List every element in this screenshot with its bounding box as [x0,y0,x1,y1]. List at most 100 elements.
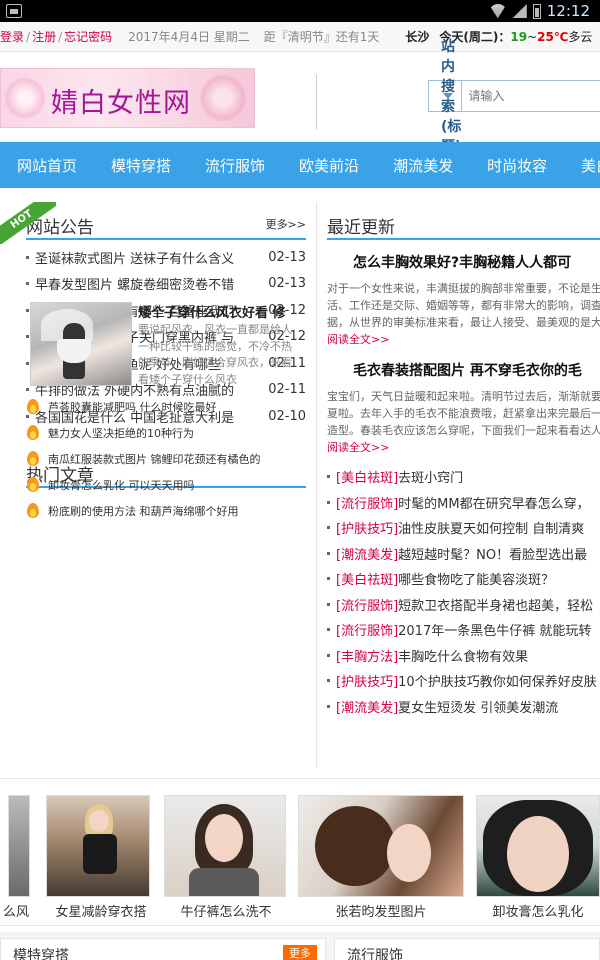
more-button[interactable]: 更多 [283,945,317,960]
nav-makeup[interactable]: 时尚妆容 [470,155,564,176]
list-item[interactable]: [流行服饰] 时髦的MM都在研究早春怎么穿， [327,490,600,516]
category-tag[interactable]: [潮流美发] [336,544,398,563]
logo-decoration [5,75,45,121]
carousel-caption[interactable]: 卸妆膏怎么乳化 [476,901,600,920]
latest-item-title[interactable]: 短款卫衣搭配半身裙也超美，轻松 [398,595,593,614]
latest-item-title[interactable]: 夏女生短烫发 引领美发潮流 [398,697,558,716]
nav-whitening[interactable]: 美白祛斑 [564,155,600,176]
wifi-icon [489,4,507,18]
bullet [327,704,330,708]
latest-item-title[interactable]: 10个护肤技巧教你如何保养好皮肤 [398,671,597,690]
carousel-image[interactable] [8,795,30,897]
jacket-shape [189,868,259,896]
carousel-image[interactable] [476,795,600,897]
latest-item-title[interactable]: 去斑小窍门 [398,467,463,486]
temp-low: 19 [510,29,528,44]
hot-ribbon: HOT [0,202,56,244]
latest-article: 毛衣春装搭配图片 再不穿毛衣你的毛 宝宝们，天气日益暖和起来啦。清明节过去后，渐… [327,360,600,456]
nav-model-outfits[interactable]: 模特穿搭 [94,155,188,176]
search-input[interactable] [462,81,600,111]
nav-home[interactable]: 网站首页 [0,155,94,176]
forgot-password-link[interactable]: 忘记密码 [64,28,112,45]
hot-item-title: 魅力女人坚决拒绝的10种行为 [48,427,194,440]
read-more-link[interactable]: 阅读全文>> [327,333,389,346]
bullet [327,628,330,632]
gallery-icon [6,4,22,18]
list-item[interactable]: [丰胸方法] 丰胸吃什么食物有效果 [327,643,600,669]
carousel-caption[interactable]: 牛仔裤怎么洗不 [164,901,288,920]
list-item[interactable]: 南瓜红服装款式图片 锦鲤印花颈还有橘色的 [26,446,306,472]
nav-western-trends[interactable]: 欧美前沿 [282,155,376,176]
temp-high: 25℃ [537,29,569,44]
bullet [26,282,29,286]
list-item[interactable]: [流行服饰] 短款卫衣搭配半身裙也超美，轻松 [327,592,600,618]
site-logo[interactable]: 婧白女性网 [0,68,255,128]
bullet [327,475,330,479]
latest-article-title[interactable]: 毛衣春装搭配图片 再不穿毛衣你的毛 [327,360,600,380]
category-tag[interactable]: [流行服饰] [336,595,398,614]
latest-item-title[interactable]: 2017年一条黑色牛仔裤 就能玩转 [398,620,591,639]
latest-item-title[interactable]: 越短越时髦？NO！看脸型选出最 [398,544,587,563]
flame-icon [26,477,40,493]
nav-hair[interactable]: 潮流美发 [376,155,470,176]
list-item[interactable]: [护肤技巧] 油性皮肤夏天如何控制 自制清爽 [327,515,600,541]
list-item[interactable]: 芦荟胶囊能减肥吗 什么时候吃最好 [26,394,306,420]
site-header: 婧白女性网 站内搜索(标题) [0,39,600,155]
featured-article-image[interactable] [30,302,132,386]
category-tag[interactable]: [美白祛斑] [336,467,398,486]
status-bar: 12:12 [0,0,600,22]
hair-shape [315,806,395,886]
category-tag[interactable]: [丰胸方法] [336,646,398,665]
bullet [26,335,29,339]
category-tag[interactable]: [护肤技巧] [336,518,398,537]
notice-more-link[interactable]: 更多>> [266,216,306,238]
read-more-link[interactable]: 阅读全文>> [327,441,389,454]
carousel-image[interactable] [46,795,150,897]
image-carousel: 么风 女星减龄穿衣搭 牛仔裤怎么洗不 张若昀发型图片 卸妆膏怎么乳化 [0,778,600,926]
summary-text: 对于一个女性来说，丰满挺拔的胸部非常重要，不论是生活、工作还是交际、婚姻等等，都… [327,282,600,329]
category-tag[interactable]: [护肤技巧] [336,671,398,690]
featured-hot-article[interactable]: 矮个子穿什么风衣好看 修 要说起风衣，风衣一直都是给人一种比较干练的感觉，不冷不… [30,302,310,390]
right-panel: 最近更新 怎么丰胸效果好?丰胸秘籍人人都可 对于一个女性来说，丰满挺拔的胸部非常… [317,202,600,768]
nav-fashion[interactable]: 流行服饰 [188,155,282,176]
list-item[interactable]: [流行服饰] 2017年一条黑色牛仔裤 就能玩转 [327,617,600,643]
face-shape [89,810,109,832]
login-link[interactable]: 登录 [0,28,24,45]
face-shape [507,816,569,892]
carousel-image[interactable] [164,795,286,897]
search-scope-select[interactable]: 站内搜索(标题) [429,39,463,155]
latest-item-title[interactable]: 哪些食物吃了能美容淡斑？ [398,569,554,588]
carousel-caption[interactable]: 张若昀发型图片 [298,901,464,920]
latest-item-title[interactable]: 油性皮肤夏天如何控制 自制清爽 [398,518,584,537]
list-item[interactable]: [潮流美发] 夏女生短烫发 引领美发潮流 [327,694,600,720]
list-item[interactable]: [潮流美发] 越短越时髦？NO！看脸型选出最 [327,541,600,567]
latest-item-title[interactable]: 丰胸吃什么食物有效果 [398,646,528,665]
register-link[interactable]: 注册 [32,28,56,45]
hot-item-title: 芦荟胶囊能减肥吗 什么时候吃最好 [48,401,217,414]
list-item[interactable]: 粉底刷的使用方法 和葫芦海绵哪个好用 [26,498,306,524]
carousel-image[interactable] [298,795,464,897]
carousel-caption[interactable]: 么风 [0,901,32,920]
category-tag[interactable]: [潮流美发] [336,697,398,716]
notice-header: 网站公告 更多>> [26,202,306,240]
model-outfits-section: 模特穿搭 更多 [0,938,326,960]
list-item[interactable]: 圣诞袜款式图片 送袜子有什么含义 02-13 [26,244,306,271]
dress-shape [57,339,91,363]
bullet [327,526,330,530]
list-item[interactable]: 魅力女人坚决拒绝的10种行为 [26,420,306,446]
latest-item-title[interactable]: 时髦的MM都在研究早春怎么穿， [398,493,589,512]
featured-article-title[interactable]: 矮个子穿什么风衣好看 修 [138,302,310,321]
bullet [327,500,330,504]
list-item[interactable]: [美白祛斑] 哪些食物吃了能美容淡斑？ [327,566,600,592]
carousel-caption[interactable]: 女星减龄穿衣搭 [46,901,156,920]
flame-icon [26,503,40,519]
list-item[interactable]: [护肤技巧] 10个护肤技巧教你如何保养好皮肤 [327,668,600,694]
category-tag[interactable]: [美白祛斑] [336,569,398,588]
category-tag[interactable]: [流行服饰] [336,493,398,512]
latest-article-title[interactable]: 怎么丰胸效果好?丰胸秘籍人人都可 [327,252,600,272]
category-tag[interactable]: [流行服饰] [336,620,398,639]
list-item[interactable]: 早春发型图片 螺旋卷细密烫卷不错 02-13 [26,271,306,298]
list-item[interactable]: [美白祛斑] 去斑小窍门 [327,464,600,490]
notice-item-title: 圣诞袜款式图片 送袜子有什么含义 [35,251,235,267]
list-item[interactable]: 卸妆膏怎么乳化 可以天天用吗 [26,472,306,498]
